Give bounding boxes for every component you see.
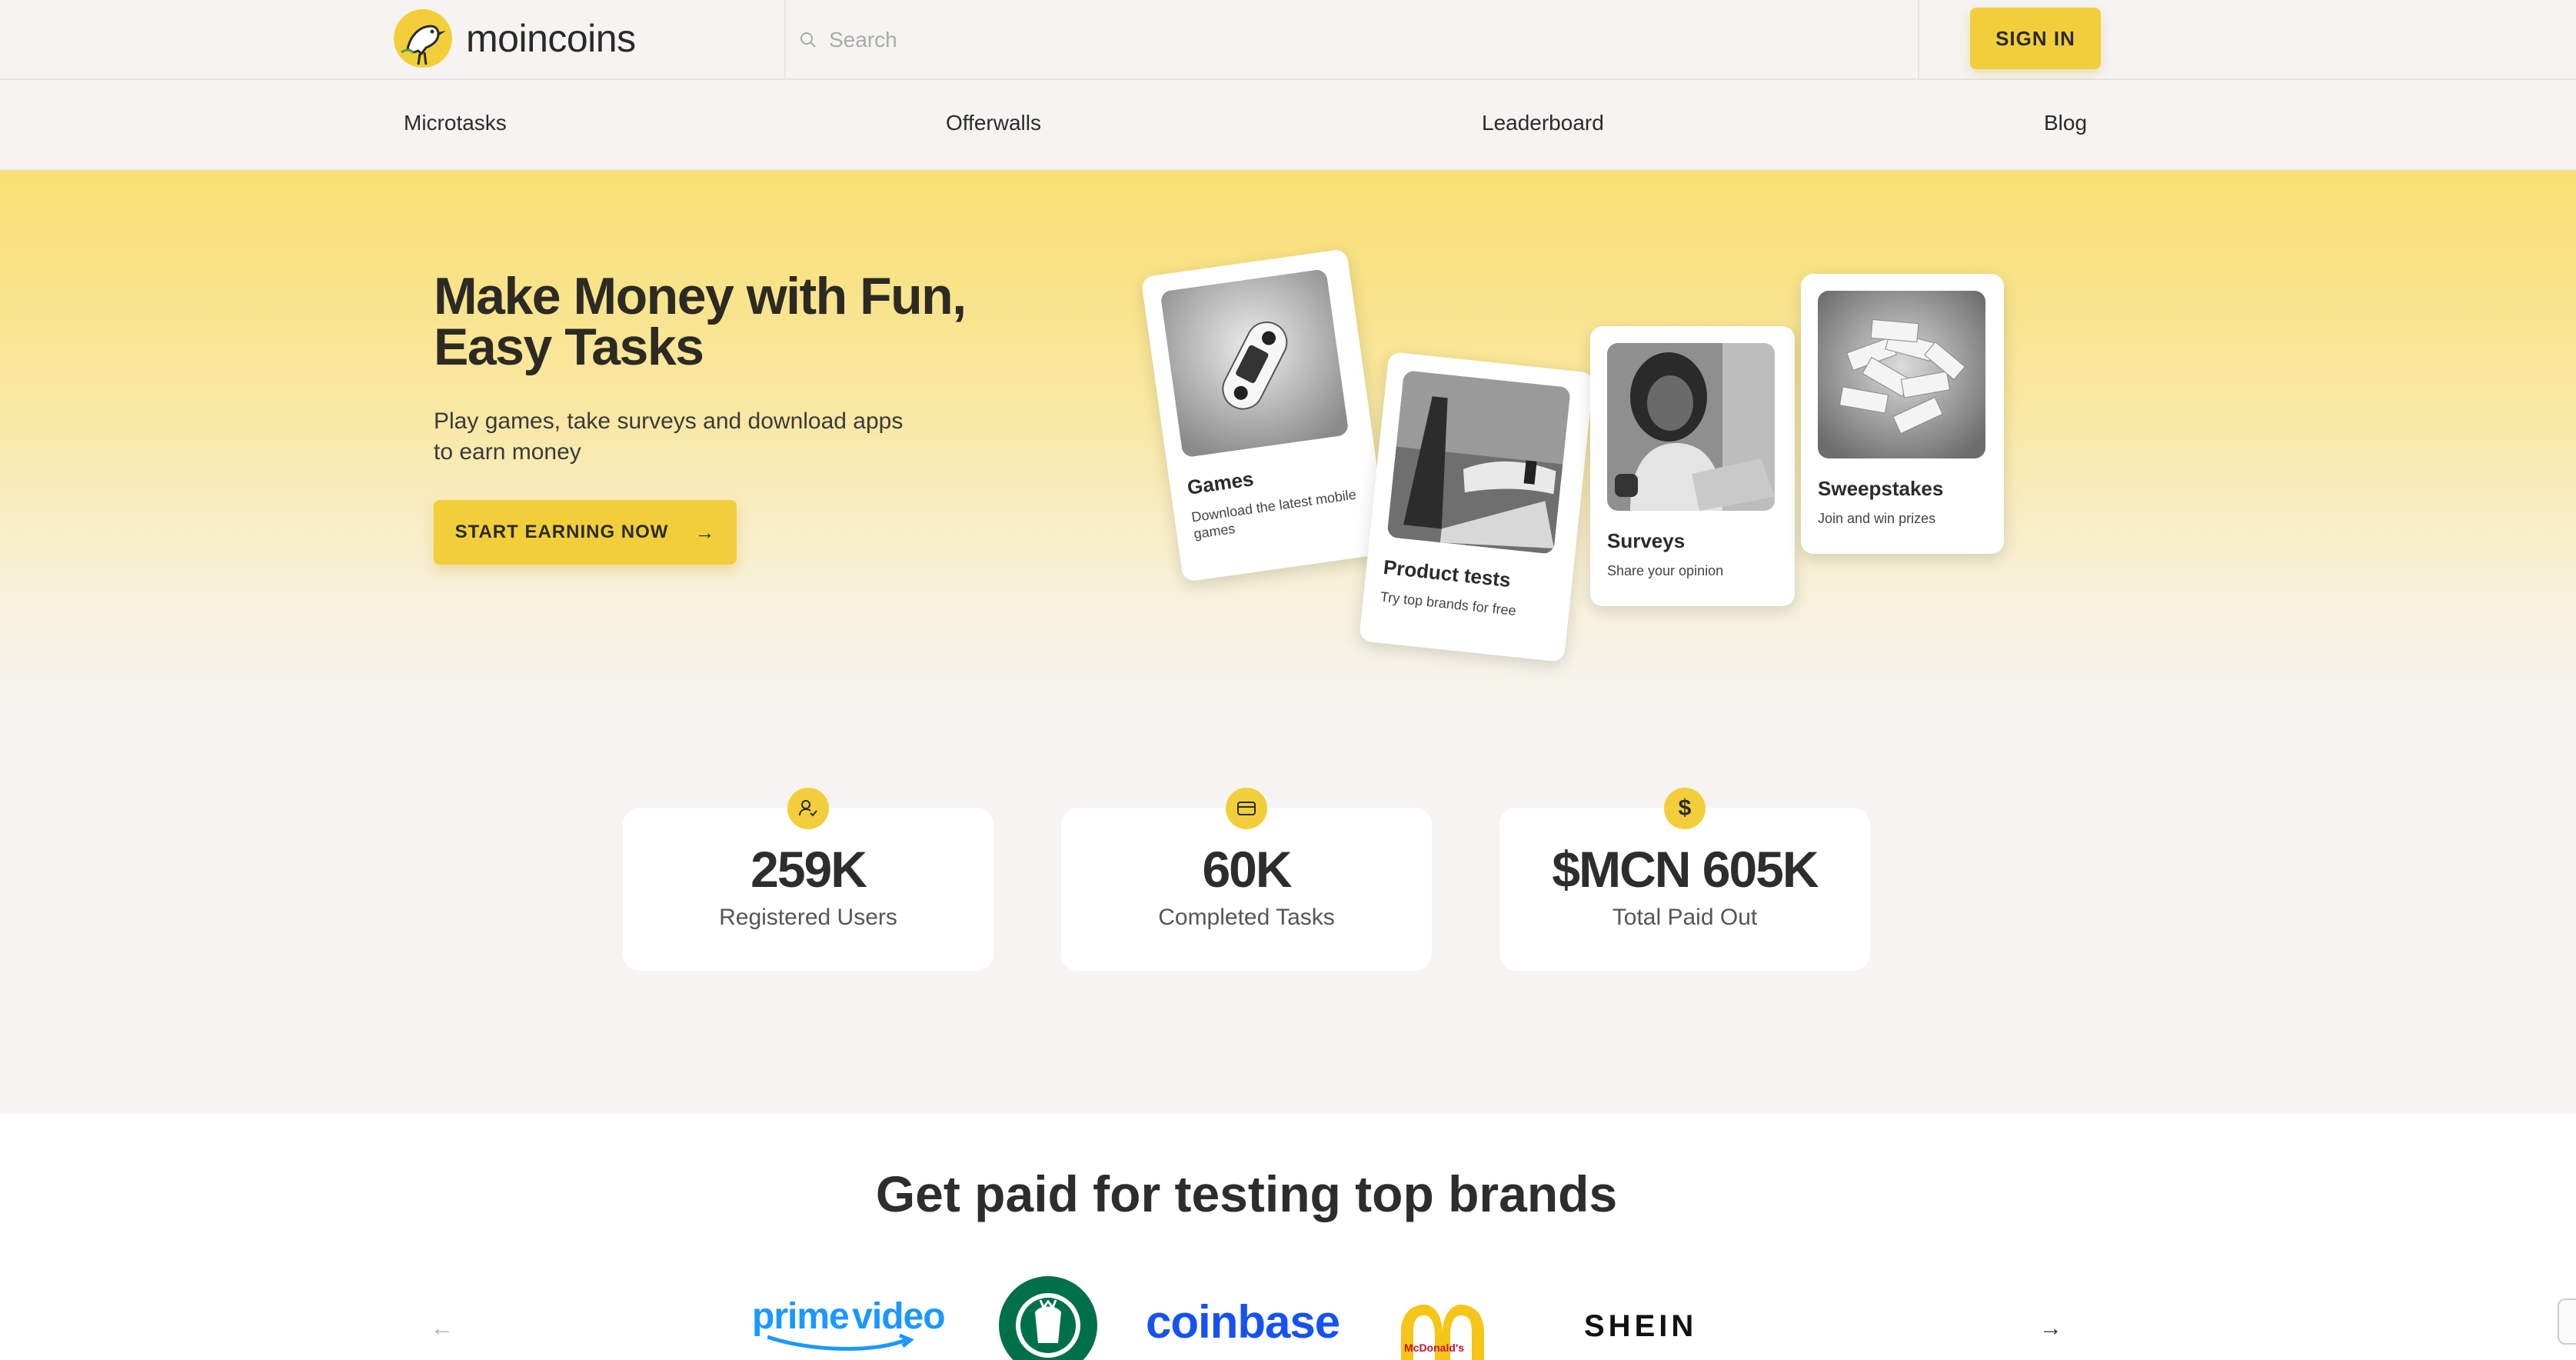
feedback-tab[interactable] xyxy=(2558,1298,2576,1345)
brand-name: moincoins xyxy=(466,17,636,60)
brand-logo-mcdonalds: McDonald's xyxy=(1396,1302,1489,1360)
card-sweepstakes[interactable]: Sweepstakes Join and win prizes xyxy=(1801,274,2004,554)
stat-registered-users: 259K Registered Users xyxy=(623,788,993,971)
sign-in-button[interactable]: SIGN IN xyxy=(1970,8,2101,69)
card-description: Share your opinion xyxy=(1607,563,1724,578)
brand-logo-shein: SHEIN xyxy=(1584,1309,1698,1343)
card-description: Join and win prizes xyxy=(1818,511,1936,526)
ticket-pile-image xyxy=(1818,291,1985,458)
start-earning-button[interactable]: START EARNING NOW → xyxy=(434,500,737,565)
stat-value: 60K xyxy=(1202,841,1292,898)
game-controller-image xyxy=(1160,268,1350,458)
brands-section: Get paid for testing top brands ← → prim… xyxy=(0,1114,2576,1360)
laptop-hands-image xyxy=(1386,370,1571,555)
stat-completed-tasks: 60K Completed Tasks xyxy=(1061,788,1432,971)
site-header: moincoins SIGN IN xyxy=(0,0,2576,80)
search-input[interactable] xyxy=(829,28,1829,52)
nav-item-blog[interactable]: Blog xyxy=(2044,111,2087,135)
arrow-left-icon[interactable]: ← xyxy=(431,1315,454,1342)
hero-title: Make Money with Fun, Easy Tasks xyxy=(434,267,967,376)
nav-item-microtasks[interactable]: Microtasks xyxy=(404,111,507,135)
card-title: Sweepstakes xyxy=(1818,477,1944,500)
nav-item-leaderboard[interactable]: Leaderboard xyxy=(1482,111,1604,135)
stat-label: Registered Users xyxy=(719,905,897,930)
stat-value: 259K xyxy=(751,841,867,898)
stat-value: $MCN 605K xyxy=(1552,841,1819,898)
hero-section: Make Money with Fun, Easy Tasks Play gam… xyxy=(0,171,2576,722)
stat-total-paid-out: $ $MCN 605K Total Paid Out xyxy=(1499,788,1870,971)
cta-label: START EARNING NOW xyxy=(454,522,669,542)
brand-logo-starbucks xyxy=(997,1274,1100,1360)
stat-label: Completed Tasks xyxy=(1158,905,1335,930)
logo[interactable]: moincoins xyxy=(391,6,636,71)
card-product-tests[interactable]: Product tests Try top brands for free xyxy=(1358,352,1595,662)
search-bar[interactable] xyxy=(784,0,1919,80)
bird-logo-icon xyxy=(394,9,452,68)
brand-logo-prime-video: prime video xyxy=(752,1295,946,1351)
brand-logo-coinbase: coinbase xyxy=(1146,1296,1340,1348)
card-surveys[interactable]: Surveys Share your opinion xyxy=(1590,326,1795,606)
card-games[interactable]: Games Download the latest mobile games xyxy=(1140,248,1390,582)
main-nav: Microtasks Offerwalls Leaderboard Blog xyxy=(0,80,2576,171)
arrow-right-icon[interactable]: → xyxy=(2039,1315,2062,1342)
dollar-icon: $ xyxy=(1664,788,1706,829)
user-check-icon xyxy=(787,788,829,829)
search-icon xyxy=(800,32,816,48)
nav-item-offerwalls[interactable]: Offerwalls xyxy=(946,111,1041,135)
hero-subtitle: Play games, take surveys and download ap… xyxy=(434,408,904,465)
card-title: Surveys xyxy=(1607,529,1686,552)
stat-label: Total Paid Out xyxy=(1612,905,1758,930)
woman-laptop-image xyxy=(1607,343,1775,511)
brands-title: Get paid for testing top brands xyxy=(875,1165,1618,1222)
card-icon xyxy=(1226,788,1267,829)
arrow-right-icon: → xyxy=(694,520,716,544)
